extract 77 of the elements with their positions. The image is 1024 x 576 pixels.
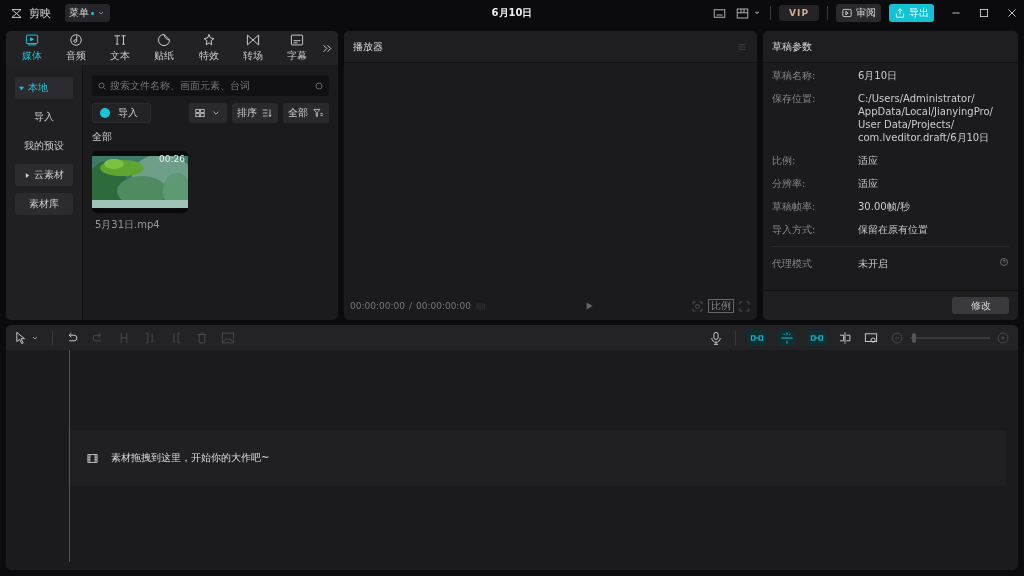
search-input[interactable]: 搜索文件名称、画面元素、台词 [110,80,311,91]
media-tab[interactable]: 特效 [186,33,231,63]
media-tab[interactable]: 媒体 [10,33,55,63]
star-icon [201,33,216,47]
sort-button[interactable]: 排序 [232,103,278,123]
maximize-icon[interactable] [978,7,990,19]
playhead[interactable] [66,350,72,562]
field-value: 6月10日 [858,69,898,82]
sidebar-item[interactable]: 本地 [15,77,73,99]
layout-icon[interactable] [735,5,751,21]
field-value: 适应 [858,154,878,167]
sidebar-item[interactable]: 素材库 [15,193,73,215]
caption-icon [289,33,304,47]
bowtie-icon [245,33,260,47]
view-toggle-button[interactable] [189,103,227,123]
link-icon[interactable] [808,329,826,346]
help-icon[interactable] [999,257,1009,267]
snap-icon[interactable] [778,329,796,346]
panel-title: 草稿参数 [772,39,813,54]
music-note-icon [69,33,84,47]
section-label: 全部 [92,130,113,144]
timecode: 00:00:00:00 [350,301,405,311]
field-label: 草稿名称: [772,69,817,82]
film-icon[interactable] [86,451,99,465]
file-name: 5月31日.mp4 [94,218,161,232]
field-value: 保留在原有位置 [858,223,928,236]
vip-badge[interactable]: VIP [779,5,819,21]
timecode: 00:00:00:00 [415,301,471,311]
search-icon[interactable] [97,80,107,91]
field-label: 保存位置: [772,92,817,106]
field-value: 适应 [858,177,878,190]
grid-icon[interactable] [194,107,206,119]
media-tab[interactable]: 音频 [54,33,99,63]
filter-button[interactable]: 全部 [283,103,329,123]
app-logo-icon[interactable] [10,6,23,20]
timecode-separator: / [408,301,412,311]
field-label: 导入方式: [772,223,817,236]
search-field[interactable]: 搜索文件名称、画面元素、台词 [92,75,329,96]
menu-button[interactable]: 菜单 [65,4,110,22]
plus-circle-icon [100,108,110,118]
drop-hint: 素材拖拽到这里，开始你的大作吧~ [111,451,270,465]
sidebar-item[interactable]: 导入 [15,106,73,128]
review-button[interactable]: 审阅 [836,4,881,22]
window-title: 6月10日 [491,6,533,20]
app-name: 剪映 [29,5,51,21]
link-icon[interactable] [748,329,766,346]
media-tab[interactable]: 字幕 [274,33,319,63]
split-center-icon[interactable] [838,330,852,345]
field-label: 比例: [772,154,797,167]
field-label: 分辨率: [772,177,807,190]
caret-right-icon [24,172,30,178]
caret-down-icon [19,85,24,91]
import-button[interactable]: 导入 [92,103,151,123]
text-icon [113,33,128,47]
ratio-button[interactable]: 比例 [708,299,734,313]
media-tab[interactable]: 转场 [230,33,275,63]
duration-label: 00:26 [159,154,185,164]
field-value: C:/Users/Administrator/ AppData/Local/JianyingPro/ User Data/Projects/ com.lveditor.draft/6月10日 [858,92,993,144]
close-icon[interactable] [1006,7,1018,19]
sort-icon[interactable] [261,107,273,119]
modify-button[interactable]: 修改 [952,297,1009,314]
media-tab[interactable]: 文本 [98,33,143,63]
field-value: 未开启 [858,257,888,270]
sticker-icon [157,33,172,47]
sidebar-item[interactable]: 我的预设 [15,135,73,157]
filter-icon[interactable] [312,107,324,119]
microphone-icon[interactable] [709,330,723,345]
preview-icon[interactable] [864,330,878,345]
cursor-icon[interactable] [14,330,28,345]
field-value: 30.00帧/秒 [858,200,910,213]
video-icon [25,33,40,47]
field-label: 代理模式 [772,257,813,270]
play-check-icon[interactable] [841,7,853,19]
media-tab[interactable]: 贴纸 [142,33,187,63]
sidebar-item[interactable]: 云素材 [15,164,73,186]
panel-title: 播放器 [353,39,384,54]
field-label: 草稿帧率: [772,200,817,213]
